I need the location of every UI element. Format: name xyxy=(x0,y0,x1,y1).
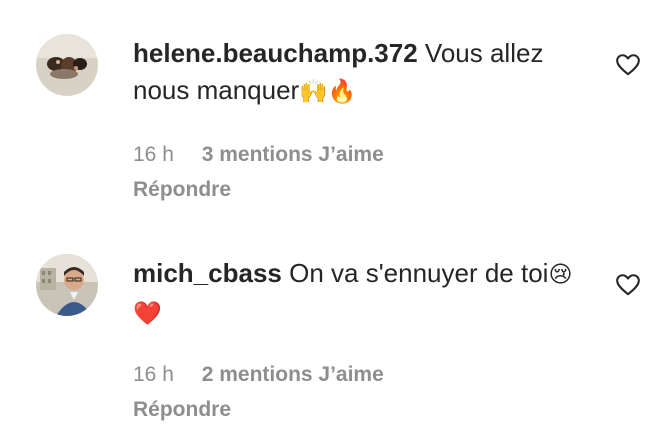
comment-item: helene.beauchamp.372 Vous allez nous man… xyxy=(0,0,662,220)
comment-likes-count[interactable]: 3 mentions J’aime xyxy=(202,143,384,166)
like-button[interactable] xyxy=(615,272,641,298)
heart-outline-icon xyxy=(616,54,640,76)
avatar-photo-icon xyxy=(36,34,98,96)
comment-body: mich_cbass On va s'ennuyer de toi😢❤️ 16 … xyxy=(133,255,593,421)
comment-emoji: 🙌🔥 xyxy=(299,79,357,105)
avatar[interactable] xyxy=(36,34,98,96)
avatar-photo-icon xyxy=(36,254,98,316)
comment-body: helene.beauchamp.372 Vous allez nous man… xyxy=(133,35,593,201)
comment-username[interactable]: mich_cbass xyxy=(133,258,282,288)
comment-likes-count[interactable]: 2 mentions J’aime xyxy=(202,363,384,386)
reply-button[interactable]: Répondre xyxy=(133,178,231,202)
comment-meta: 16 h 2 mentions J’aime xyxy=(133,363,384,387)
reply-button[interactable]: Répondre xyxy=(133,398,231,422)
like-button[interactable] xyxy=(615,52,641,78)
comment-meta: 16 h 3 mentions J’aime xyxy=(133,143,384,167)
heart-outline-icon xyxy=(616,274,640,296)
comment-timestamp[interactable]: 16 h xyxy=(133,143,174,166)
comment-text: mich_cbass On va s'ennuyer de toi😢❤️ xyxy=(133,255,593,333)
avatar[interactable] xyxy=(36,254,98,316)
comment-message: On va s'ennuyer de toi xyxy=(289,258,549,288)
comment-item: mich_cbass On va s'ennuyer de toi😢❤️ 16 … xyxy=(0,220,662,434)
comment-text: helene.beauchamp.372 Vous allez nous man… xyxy=(133,35,593,111)
comment-timestamp[interactable]: 16 h xyxy=(133,363,174,386)
comment-username[interactable]: helene.beauchamp.372 xyxy=(133,38,418,68)
